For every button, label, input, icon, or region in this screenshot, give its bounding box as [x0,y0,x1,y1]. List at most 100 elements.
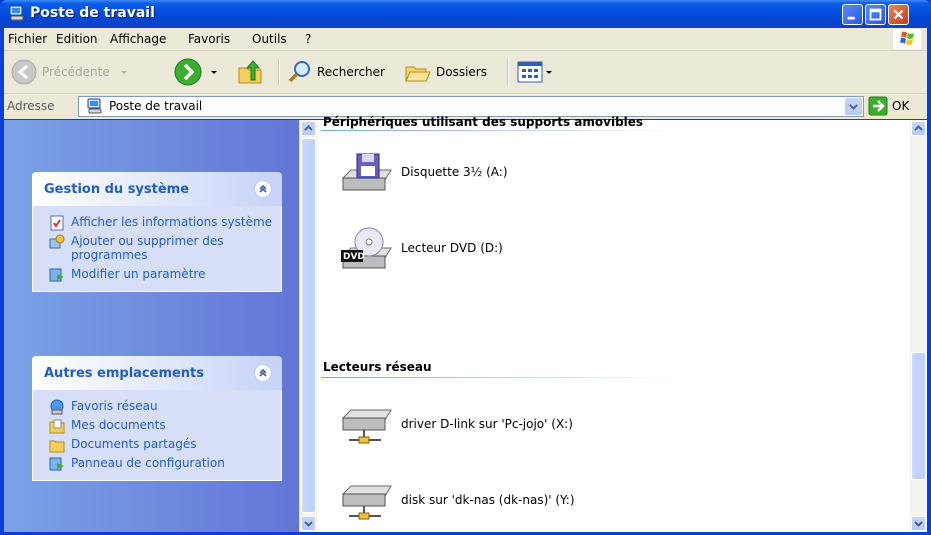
title-bar[interactable]: Poste de travail [0,0,931,28]
file-list-pane: Périphériques utilisant des supports amo… [317,115,910,532]
place-my-documents[interactable]: Mes documents [33,415,281,434]
address-dropdown-button[interactable] [845,98,862,115]
forward-arrow-icon [174,58,202,86]
menu-edition[interactable]: Edition [56,32,98,46]
arrow-up-icon [914,125,923,131]
my-documents-icon [49,419,65,434]
computer-icon [87,98,102,114]
address-value: Poste de travail [109,99,203,113]
removable-group-header: Périphériques utilisant des supports amo… [323,115,644,129]
system-tasks-header[interactable]: Gestion du système [32,172,282,206]
control-panel-icon [49,457,64,471]
dvd-drive-icon: DVD [341,227,392,269]
back-arrow-icon [11,59,37,85]
menu-help[interactable]: ? [305,32,311,46]
task-label: Modifier un paramètre [71,267,206,281]
place-shared-documents[interactable]: Documents partagés [33,434,281,453]
task-pane-scrollbar[interactable] [299,120,317,532]
minimize-button[interactable] [842,4,863,25]
task-label: Ajouter ou supprimer des programmes [71,234,224,262]
collapse-button[interactable] [254,364,272,382]
folders-button[interactable]: Dossiers [404,57,487,87]
maximize-button[interactable] [865,4,886,25]
place-network-favorites[interactable]: Favoris réseau [33,396,281,415]
other-places-body: Favoris réseau Mes documents Documents p… [32,390,282,481]
arrow-down-icon [914,521,923,527]
place-control-panel[interactable]: Panneau de configuration [33,453,281,472]
scroll-down-button[interactable] [911,516,926,531]
toolbar-separator [278,59,280,85]
drive-network-y[interactable]: disk sur 'dk-nas (dk-nas)' (Y:) [339,476,575,524]
folder-icon [49,440,65,453]
minimize-icon [847,16,855,20]
chevron-up-double-icon [259,368,267,377]
forward-button[interactable] [172,57,220,87]
arrow-up-icon [304,125,313,131]
programs-icon [49,234,65,249]
up-folder-button[interactable] [236,57,264,87]
scroll-up-button[interactable] [301,121,316,136]
toolbar: Précédente Rechercher Dossiers [4,51,927,94]
go-label: OK [892,99,910,113]
windows-logo-icon [893,29,921,49]
drive-label: Disquette 3½ (A:) [401,165,508,179]
folder-up-icon [238,60,262,84]
chevron-down-icon [211,71,217,74]
computer-icon [9,5,24,21]
other-places-panel: Autres emplacements Favoris réseau Mes d… [32,356,282,481]
menu-affichage[interactable]: Affichage [110,32,166,46]
network-places-icon [50,399,64,415]
task-pane: Gestion du système Afficher les informat… [4,120,299,532]
chevron-down-icon [849,104,858,110]
drive-dvd[interactable]: DVD Lecteur DVD (D:) [339,224,503,272]
back-label: Précédente [42,65,110,79]
search-button[interactable]: Rechercher [287,57,385,87]
other-places-header[interactable]: Autres emplacements [32,356,282,390]
group-divider [321,130,681,131]
menu-fichier[interactable]: Fichier [8,32,47,46]
search-icon [288,61,310,83]
close-button[interactable] [888,4,909,25]
place-label: Documents partagés [71,437,197,451]
scroll-thumb[interactable] [911,352,926,480]
address-input[interactable]: Poste de travail [78,96,864,117]
svg-text:DVD: DVD [343,252,365,262]
group-divider [321,377,681,378]
window-title: Poste de travail [30,5,155,21]
scroll-up-button[interactable] [911,121,926,136]
control-panel-icon [49,268,64,282]
task-system-info[interactable]: Afficher les informations système [33,212,281,231]
drive-floppy[interactable]: Disquette 3½ (A:) [339,148,508,196]
drive-label: driver D-link sur 'Pc-jojo' (X:) [401,417,573,431]
content-area: Gestion du système Afficher les informat… [4,115,927,532]
views-icon [517,61,543,83]
network-drive-icon [341,485,392,520]
views-button[interactable] [516,57,554,87]
collapse-button[interactable] [254,180,272,198]
task-change-setting[interactable]: Modifier un paramètre [33,264,281,283]
chevron-down-icon [546,71,552,74]
menu-outils[interactable]: Outils [252,32,287,46]
file-list-scrollbar[interactable] [910,120,927,532]
other-places-title: Autres emplacements [44,366,205,381]
go-button[interactable]: OK [868,96,909,116]
task-label: Afficher les informations système [71,215,273,229]
chevron-down-icon [120,71,127,74]
task-add-remove-programs[interactable]: Ajouter ou supprimer des programmes [33,231,281,264]
system-tasks-title: Gestion du système [44,182,190,197]
close-icon [893,9,904,20]
drive-network-x[interactable]: driver D-link sur 'Pc-jojo' (X:) [339,400,573,448]
system-tasks-body: Afficher les informations système Ajoute… [32,206,282,292]
explorer-window: Poste de travail Fichier Edition Afficha… [0,0,931,535]
menu-favoris[interactable]: Favoris [188,32,230,46]
place-label: Panneau de configuration [71,456,225,470]
scroll-thumb[interactable] [301,138,316,513]
floppy-drive-icon [341,153,392,191]
chevron-up-double-icon [259,184,267,193]
scroll-down-button[interactable] [301,516,316,531]
system-info-icon [50,215,64,231]
address-label: Adresse [7,99,55,113]
network-group-header: Lecteurs réseau [323,360,432,374]
system-tasks-panel: Gestion du système Afficher les informat… [32,172,282,292]
back-button[interactable]: Précédente [10,57,130,87]
